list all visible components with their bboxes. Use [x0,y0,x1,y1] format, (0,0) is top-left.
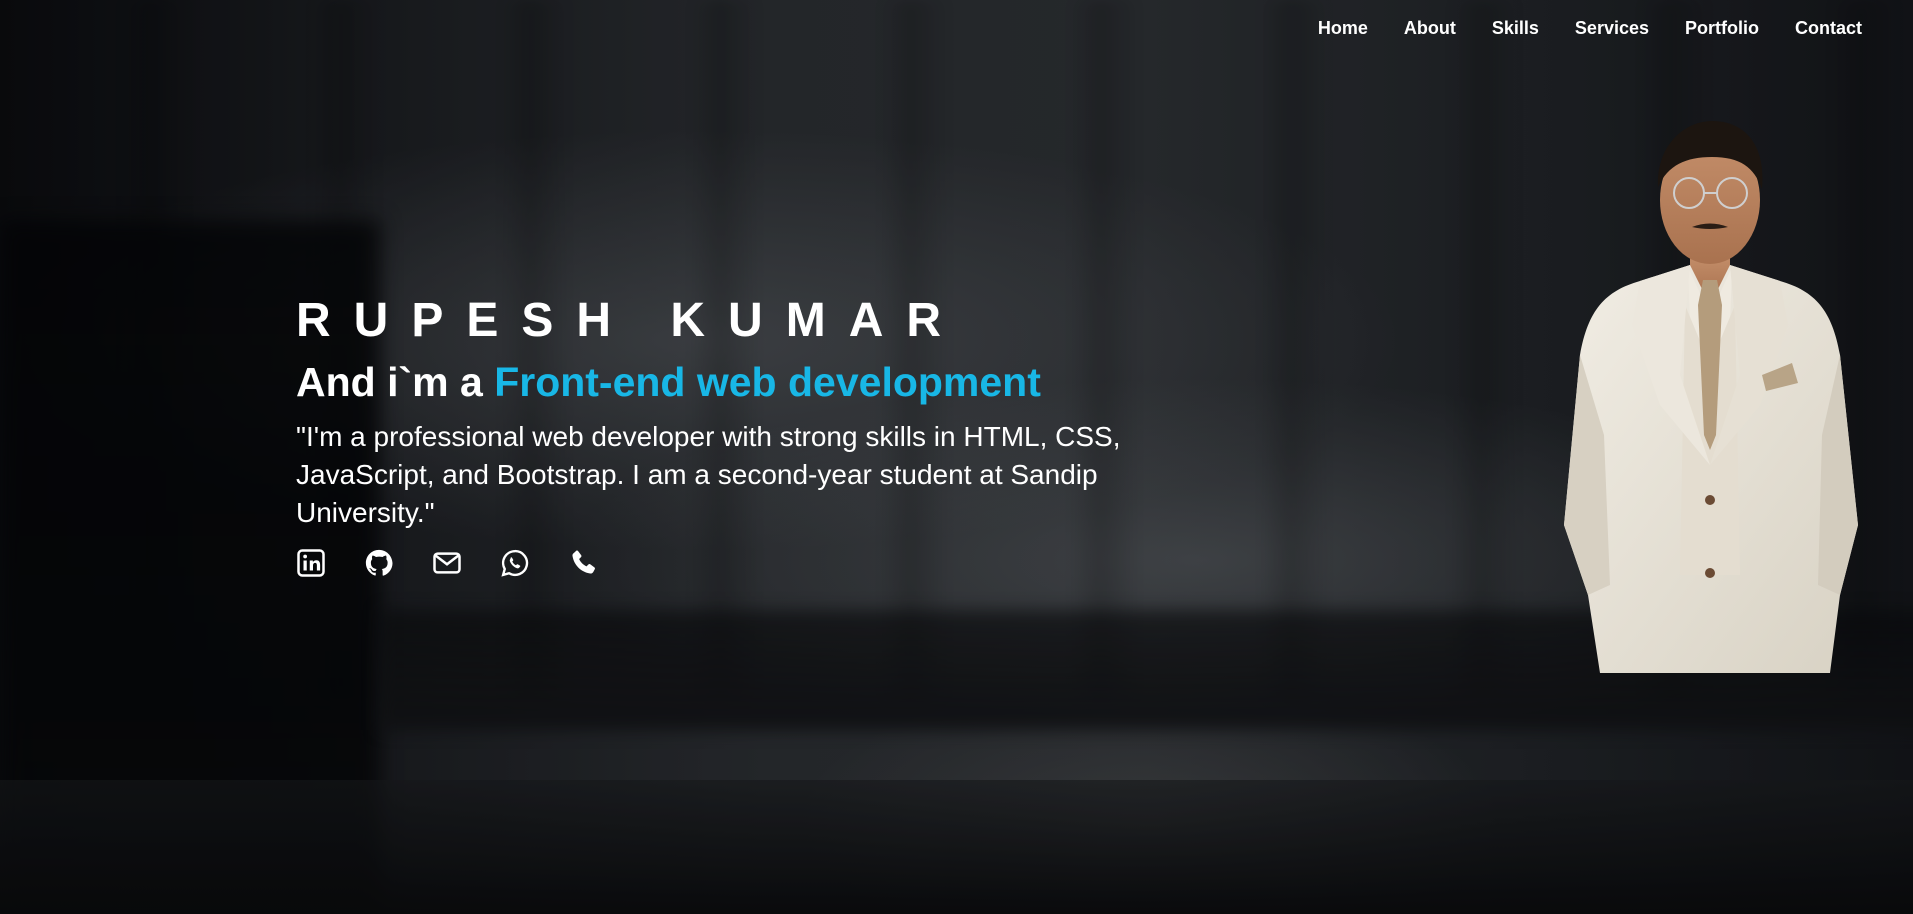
phone-link[interactable] [568,548,598,578]
nav-about[interactable]: About [1404,18,1456,39]
email-link[interactable] [432,548,462,578]
whatsapp-link[interactable] [500,548,530,578]
whatsapp-icon [501,549,529,577]
hero-name: RUPESH KUMAR [296,294,965,347]
hero-description: "I'm a professional web developer with s… [296,421,1121,528]
phone-icon [572,550,595,574]
linkedin-icon [297,549,325,577]
github-link[interactable] [364,548,394,578]
nav-contact[interactable]: Contact [1795,18,1862,39]
github-icon [365,549,393,576]
nav-services[interactable]: Services [1575,18,1649,39]
tagline-highlight: Front-end web development [494,359,1041,405]
envelope-icon [433,552,461,574]
profile-photo [1564,121,1858,673]
nav-portfolio[interactable]: Portfolio [1685,18,1759,39]
intro-section: RUPESH KUMAR And i`m a Front-end web dev… [296,295,1196,578]
tagline-prefix: And i`m a [296,359,495,405]
linkedin-link[interactable] [296,548,326,578]
main-nav: Home About Skills Services Portfolio Con… [1318,18,1862,39]
social-links [296,548,1196,578]
nav-skills[interactable]: Skills [1492,18,1539,39]
nav-home[interactable]: Home [1318,18,1368,39]
hero-tagline: And i`m a Front-end web development [296,357,1196,407]
